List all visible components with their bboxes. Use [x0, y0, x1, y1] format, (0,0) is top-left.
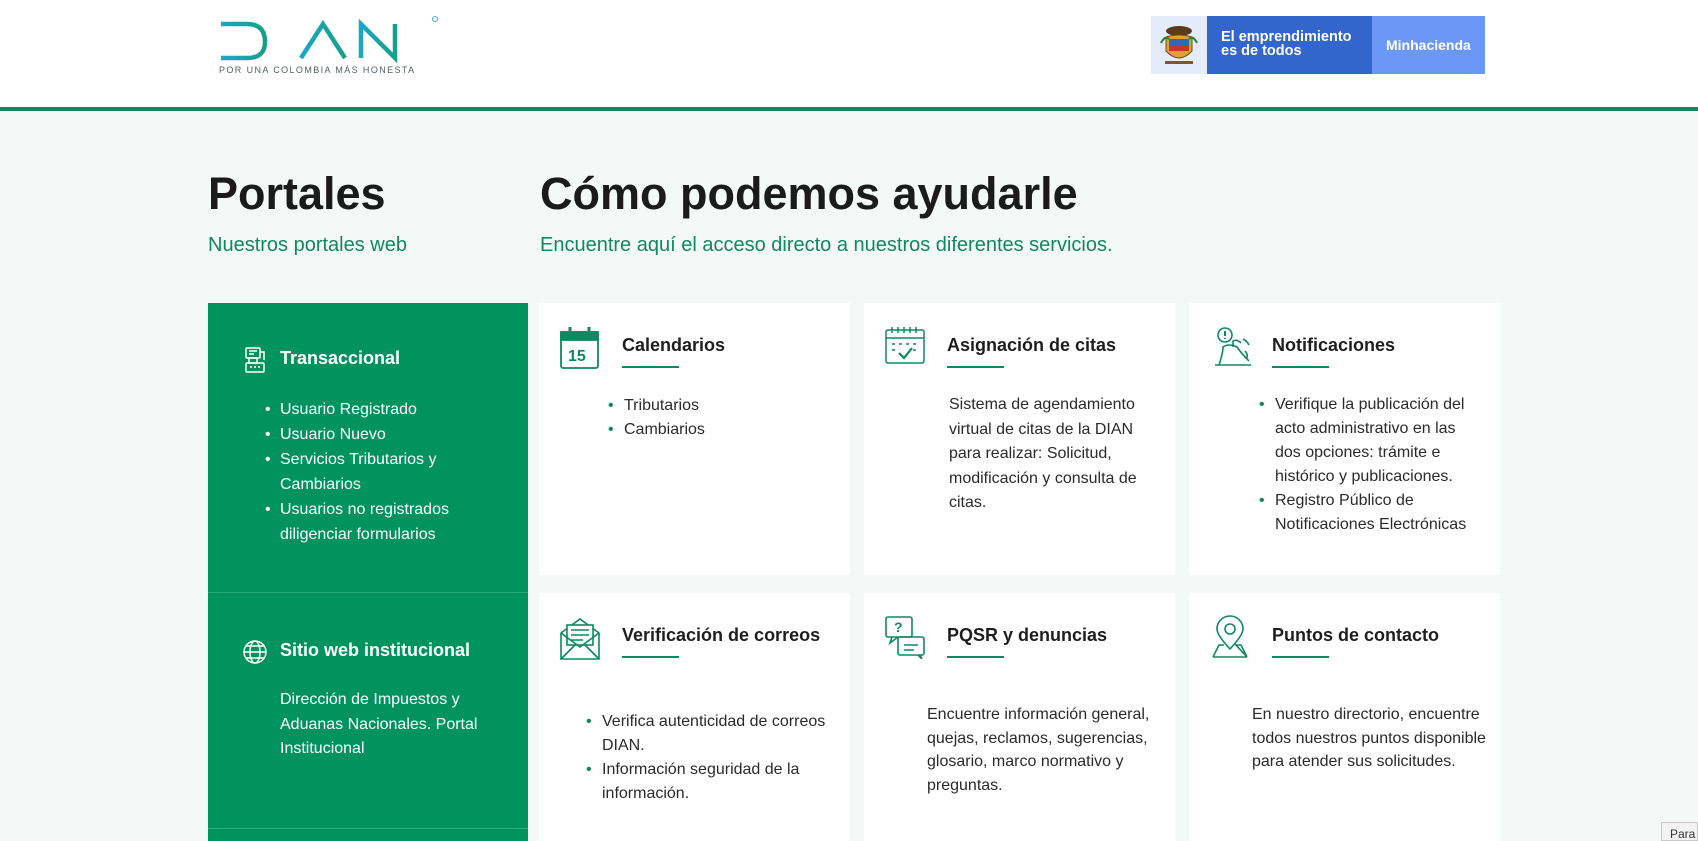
colombia-crest-icon — [1151, 16, 1207, 74]
portal-transaccional[interactable]: Transaccional Usuario Registrado Usuario… — [208, 303, 528, 593]
portal-link[interactable]: Servicios Tributarios y Cambiarios — [265, 447, 520, 497]
card-verificacion-correos[interactable]: Verificación de correos Verifica autenti… — [539, 593, 850, 841]
card-title: Puntos de contacto — [1272, 625, 1440, 658]
card-description: Encuentre información general, quejas, r… — [927, 706, 1150, 794]
card-puntos-contacto[interactable]: Puntos de contacto En nuestro directorio… — [1189, 593, 1500, 841]
envelope-letter-icon — [559, 615, 601, 666]
card-title: Notificaciones — [1272, 335, 1396, 368]
card-links: Verifique la publicación del acto admini… — [1259, 393, 1480, 537]
portal-link[interactable]: Usuario Nuevo — [265, 422, 520, 447]
card-asignacion-citas[interactable]: Asignación de citas Sistema de agendamie… — [864, 303, 1175, 575]
site-header: POR UNA COLOMBIA MÁS HONESTA El emprendi… — [0, 0, 1698, 111]
logo-tagline: POR UNA COLOMBIA MÁS HONESTA — [219, 65, 416, 75]
globe-icon — [241, 638, 269, 671]
feedback-tab[interactable]: Para — [1661, 822, 1698, 841]
card-link[interactable]: Cambiarios — [608, 418, 834, 442]
card-title: Asignación de citas — [947, 335, 1117, 368]
card-calendarios[interactable]: 15 Calendarios Tributarios Cambiarios — [539, 303, 850, 575]
dian-logo-mark — [221, 16, 438, 64]
card-link[interactable]: Tributarios — [608, 394, 834, 418]
card-description: En nuestro directorio, encuentre todos n… — [1252, 706, 1486, 770]
card-link[interactable]: Verifica autenticidad de correos DIAN. — [586, 710, 832, 758]
card-links: Tributarios Cambiarios — [608, 394, 834, 442]
portales-subtitle: Nuestros portales web — [208, 234, 407, 256]
portales-title: Portales — [208, 168, 386, 219]
card-title: Verificación de correos — [622, 625, 821, 658]
card-notificaciones[interactable]: Notificaciones Verifique la publicación … — [1189, 303, 1500, 575]
portal-title: Sitio web institucional — [280, 640, 471, 660]
schedule-calendar-icon — [884, 325, 926, 372]
card-pqsr[interactable]: ? PQSR y denuncias Encuentre información… — [864, 593, 1175, 841]
portal-link[interactable]: Usuario Registrado — [265, 397, 520, 422]
portal-link[interactable]: Usuarios no registrados diligenciar form… — [265, 497, 520, 547]
card-title: Calendarios — [622, 335, 726, 368]
card-title: PQSR y denuncias — [947, 625, 1108, 658]
gov-ministry[interactable]: Minhacienda — [1372, 16, 1485, 74]
card-description: Sistema de agendamiento virtual de citas… — [949, 396, 1137, 511]
location-pin-icon — [1209, 615, 1251, 664]
portal-institucional[interactable]: Sitio web institucional Dirección de Imp… — [208, 593, 528, 829]
portal-description: Dirección de Impuestos y Aduanas Naciona… — [280, 691, 478, 757]
card-link[interactable]: Registro Público de Notificaciones Elect… — [1259, 489, 1480, 537]
gov-slogan-line2: es de todos — [1221, 43, 1302, 59]
transaction-terminal-icon — [241, 346, 269, 379]
portal-transaccional-links: Usuario Registrado Usuario Nuevo Servici… — [265, 397, 520, 547]
question-chat-icon: ? — [884, 615, 928, 664]
dian-logo[interactable]: POR UNA COLOMBIA MÁS HONESTA — [219, 16, 444, 78]
portals-panel: Transaccional Usuario Registrado Usuario… — [208, 303, 528, 841]
card-link[interactable]: Información seguridad de la información. — [586, 758, 832, 806]
calendar-day-number: 15 — [568, 348, 586, 365]
card-link[interactable]: Verifique la publicación del acto admini… — [1259, 393, 1480, 489]
svg-text:?: ? — [894, 619, 903, 635]
gov-banner[interactable]: El emprendimiento es de todos Minhaciend… — [1151, 16, 1485, 74]
notification-bell-icon — [1209, 325, 1253, 374]
ayuda-subtitle: Encuentre aquí el acceso directo a nuest… — [540, 234, 1113, 256]
card-links: Verifica autenticidad de correos DIAN. I… — [586, 710, 832, 806]
portal-title: Transaccional — [280, 348, 401, 368]
gov-slogan-line1: El emprendimiento — [1221, 29, 1352, 45]
calendar-icon: 15 — [559, 325, 601, 376]
gov-slogan: El emprendimiento es de todos — [1207, 16, 1372, 74]
ayuda-title: Cómo podemos ayudarle — [540, 168, 1078, 219]
